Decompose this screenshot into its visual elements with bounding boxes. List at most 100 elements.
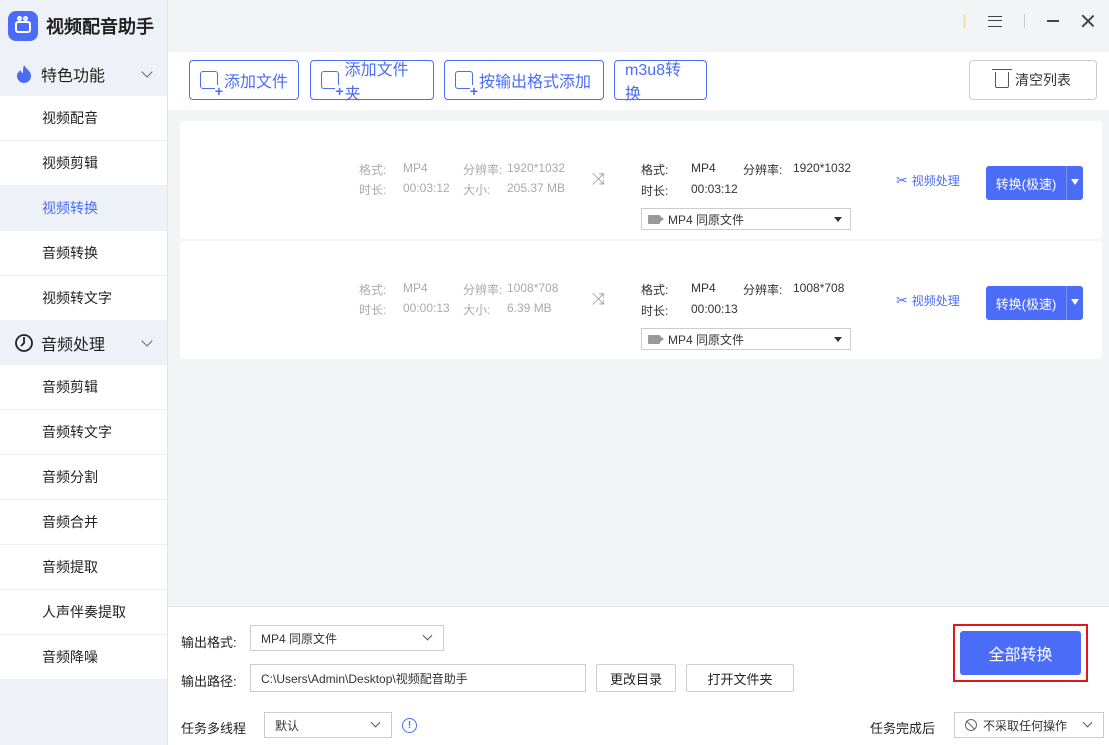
threads-value: 默认 (275, 718, 300, 733)
sidebar-item-audio-to-text[interactable]: 音频转文字 (0, 410, 167, 455)
out-format-value: MP4 (691, 281, 716, 295)
caret-down-icon (834, 337, 842, 342)
out-format-value: MP4 (691, 161, 716, 175)
src-size-value: 6.39 MB (507, 301, 552, 315)
after-complete-select[interactable]: 不采取任何操作 (954, 712, 1104, 738)
add-by-format-button[interactable]: 按输出格式添加 (444, 60, 604, 100)
threads-select[interactable]: 默认 (264, 712, 392, 738)
sidebar-item-video-conversion[interactable]: 视频转换 (0, 186, 167, 231)
trash-icon (992, 69, 1012, 88)
src-size-label: 大小: (463, 183, 491, 197)
group-label: 特色功能 (41, 68, 106, 85)
video-camera-icon (648, 334, 664, 344)
out-resolution-label: 分辨率: (743, 163, 783, 177)
threads-label: 任务多线程 (181, 721, 247, 736)
src-duration-label: 时长: (359, 303, 387, 317)
shuffle-icon: ⤨ (592, 291, 605, 308)
src-duration-value: 00:00:13 (403, 301, 450, 315)
src-resolution-value: 1920*1032 (507, 161, 566, 175)
out-resolution-label: 分辨率: (743, 283, 783, 297)
global-output-format-value: MP4 同原文件 (261, 631, 338, 646)
sidebar-item-video-to-text[interactable]: 视频转文字 (0, 276, 167, 321)
convert-all-button[interactable]: 全部转换 (960, 631, 1081, 675)
sidebar-item-audio-extract[interactable]: 音频提取 (0, 545, 167, 590)
out-duration-value: 00:03:12 (691, 182, 738, 196)
minimize-icon[interactable] (1047, 20, 1059, 22)
sidebar-item-vocal-extract[interactable]: 人声伴奏提取 (0, 590, 167, 635)
convert-fast-button[interactable]: 转换(极速) (986, 166, 1066, 200)
output-path-value: C:\Users\Admin\Desktop\视频配音助手 (261, 671, 468, 686)
chevron-down-icon (1082, 717, 1093, 728)
output-path-label: 输出路径: (181, 674, 237, 689)
convert-dropdown-button[interactable] (1066, 286, 1083, 320)
file-row: 格式: MP4 分辨率: 1008*708 时长: 00:00:13 大小: 6… (180, 241, 1102, 359)
convert-dropdown-button[interactable] (1066, 166, 1083, 200)
src-size-label: 大小: (463, 303, 491, 317)
scissors-icon: ✂ (896, 292, 908, 308)
src-size-value: 205.37 MB (507, 181, 566, 195)
divider (1024, 14, 1025, 28)
add-file-icon (200, 71, 223, 97)
output-format-select[interactable]: MP4 同原文件 (641, 208, 851, 230)
group-featured[interactable]: 特色功能 (0, 52, 167, 96)
video-process-label: 视频处理 (911, 174, 960, 188)
convert-all-highlight: 全部转换 (953, 624, 1088, 682)
add-folder-button[interactable]: 添加文件夹 (310, 60, 434, 103)
out-duration-label: 时长: (641, 184, 669, 198)
sidebar-item-audio-conversion[interactable]: 音频转换 (0, 231, 167, 276)
add-file-label: 添加文件 (224, 74, 289, 91)
video-camera-icon (648, 214, 664, 224)
sidebar-item-video-editing[interactable]: 视频剪辑 (0, 141, 167, 186)
sidebar-item-audio-split[interactable]: 音频分割 (0, 455, 167, 500)
open-folder-button[interactable]: 打开文件夹 (686, 664, 794, 692)
src-duration-label: 时长: (359, 183, 387, 197)
src-format-value: MP4 (403, 161, 428, 175)
sidebar: 视频配音助手 特色功能 视频配音 视频剪辑 视频转换 音频转换 视频转文字 音频… (0, 0, 168, 745)
change-dir-button[interactable]: 更改目录 (596, 664, 676, 692)
scissors-icon: ✂ (896, 172, 908, 188)
src-format-label: 格式: (359, 283, 387, 297)
no-op-icon (965, 719, 977, 731)
src-resolution-value: 1008*708 (507, 281, 559, 295)
file-row: 格式: MP4 分辨率: 1920*1032 时长: 00:03:12 大小: … (180, 121, 1102, 239)
src-resolution-label: 分辨率: (463, 163, 503, 177)
info-icon[interactable]: ! (402, 718, 417, 733)
sidebar-item-video-dubbing[interactable]: 视频配音 (0, 96, 167, 141)
out-resolution-value: 1008*708 (793, 281, 845, 295)
after-complete-label: 任务完成后 (870, 721, 936, 736)
app-logo-icon (8, 11, 38, 41)
global-output-format-select[interactable]: MP4 同原文件 (250, 625, 444, 651)
sidebar-item-audio-denoise[interactable]: 音频降噪 (0, 635, 167, 680)
video-process-label: 视频处理 (911, 294, 960, 308)
group-label: 音频处理 (41, 337, 106, 354)
out-resolution-value: 1920*1032 (793, 161, 852, 175)
sidebar-item-audio-merge[interactable]: 音频合并 (0, 500, 167, 545)
close-icon[interactable] (1081, 14, 1095, 28)
window-controls (963, 14, 1095, 28)
notification-mark (963, 14, 966, 28)
src-format-label: 格式: (359, 163, 387, 177)
clear-list-label: 清空列表 (1015, 72, 1071, 88)
group-audio[interactable]: 音频处理 (0, 321, 167, 365)
audio-clock-icon (14, 333, 34, 353)
output-format-label: 输出格式: (181, 635, 237, 650)
add-file-button[interactable]: 添加文件 (189, 60, 299, 100)
output-path-input[interactable]: C:\Users\Admin\Desktop\视频配音助手 (250, 664, 586, 692)
convert-fast-button[interactable]: 转换(极速) (986, 286, 1066, 320)
flame-icon (14, 64, 34, 84)
menu-icon[interactable] (988, 15, 1002, 27)
after-complete-value: 不采取任何操作 (983, 718, 1068, 733)
sidebar-item-audio-editing[interactable]: 音频剪辑 (0, 365, 167, 410)
out-duration-value: 00:00:13 (691, 302, 738, 316)
clear-list-button[interactable]: 清空列表 (969, 60, 1097, 100)
toolbar: 添加文件 添加文件夹 按输出格式添加 m3u8转换 清空列表 (168, 52, 1109, 110)
src-format-value: MP4 (403, 281, 428, 295)
out-format-label: 格式: (641, 163, 669, 177)
out-format-label: 格式: (641, 283, 669, 297)
video-process-link[interactable]: ✂ 视频处理 (896, 292, 960, 309)
add-by-format-icon (455, 71, 478, 97)
m3u8-convert-button[interactable]: m3u8转换 (614, 60, 707, 103)
video-process-link[interactable]: ✂ 视频处理 (896, 172, 960, 189)
output-format-select[interactable]: MP4 同原文件 (641, 328, 851, 350)
output-format-select-value: MP4 同原文件 (668, 332, 745, 347)
